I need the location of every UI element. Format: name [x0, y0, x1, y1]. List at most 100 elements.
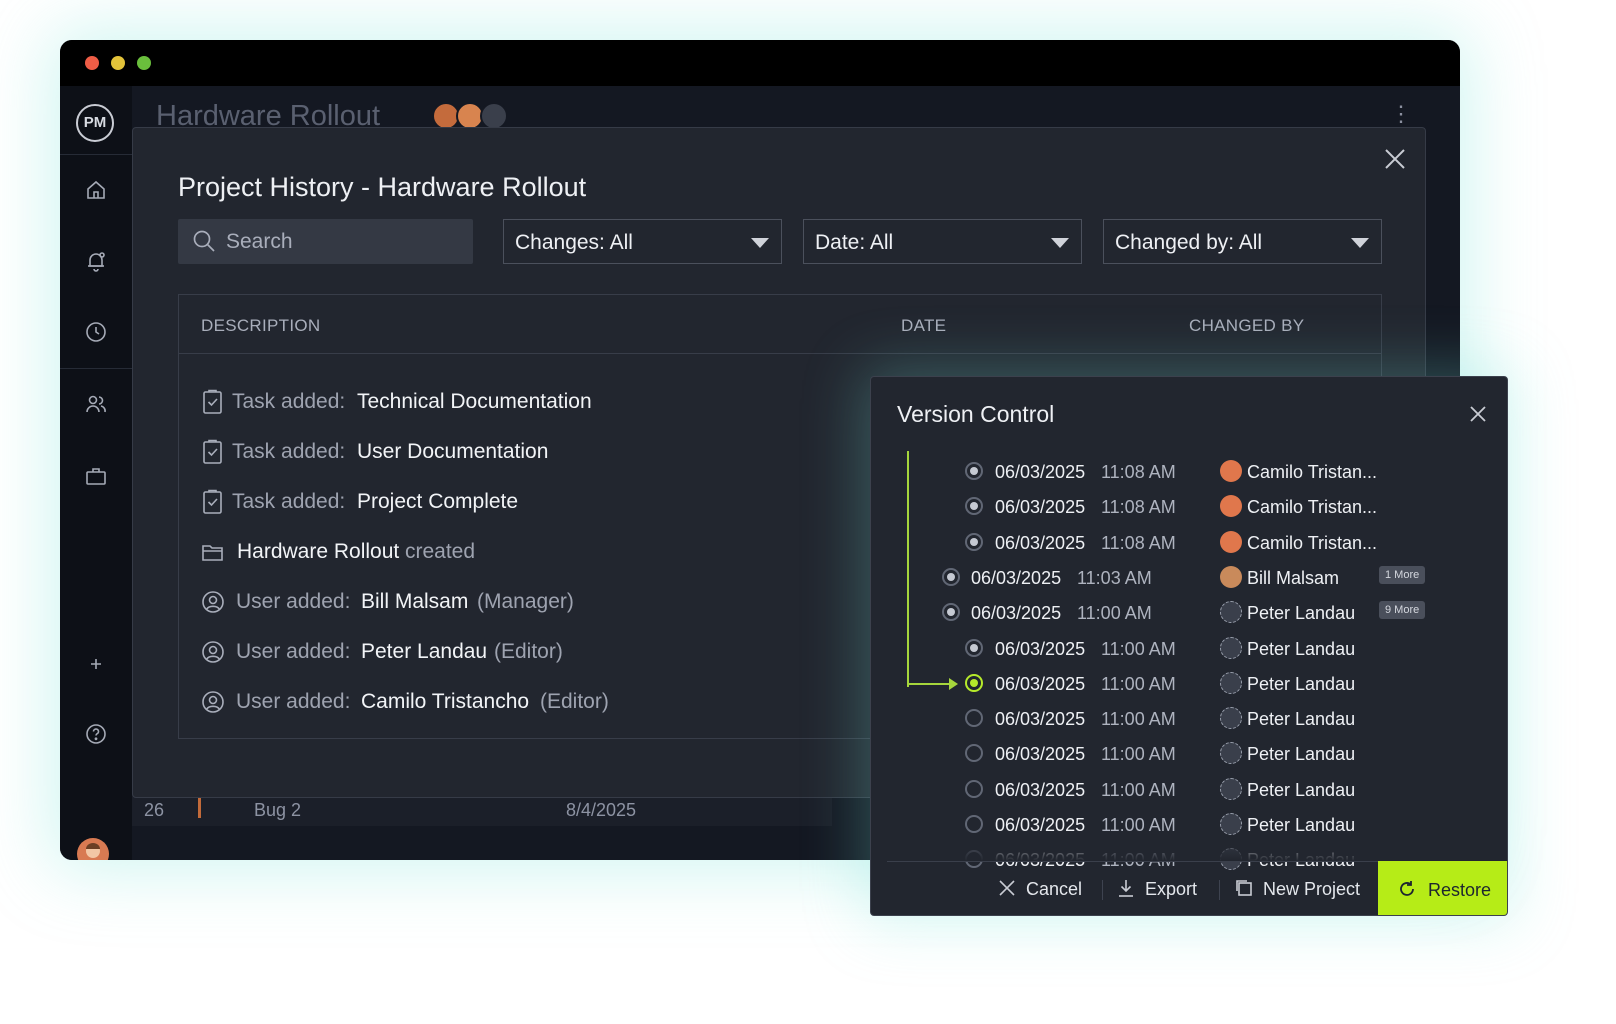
briefcase-icon[interactable] — [84, 464, 108, 488]
panel-title: Version Control — [897, 401, 1055, 427]
version-date: 06/03/2025 — [995, 815, 1086, 835]
folder-icon — [201, 539, 225, 565]
version-user: Camilo Tristan... — [1247, 497, 1378, 518]
avatar — [1220, 742, 1242, 765]
column-header-changed-by[interactable]: CHANGED BY — [1189, 316, 1304, 336]
maximize-window-button[interactable] — [137, 56, 151, 70]
new-project-label: New Project — [1263, 879, 1361, 899]
history-row-suffix: created — [405, 540, 476, 563]
version-row[interactable]: 06/03/2025 11:00 AM Peter Landau — [871, 739, 1507, 769]
version-time: 11:00 AM — [1077, 603, 1152, 624]
version-date: 06/03/2025 — [995, 779, 1086, 800]
minimize-window-button[interactable] — [111, 56, 125, 70]
version-radio[interactable] — [965, 497, 983, 516]
history-row-prefix: User added: — [236, 640, 351, 663]
column-header-description[interactable]: DESCRIPTION — [201, 316, 320, 336]
version-radio[interactable] — [942, 603, 960, 622]
download-icon — [1119, 880, 1133, 897]
chevron-down-icon — [751, 238, 769, 248]
version-radio[interactable] — [965, 744, 983, 763]
user-avatar[interactable] — [77, 838, 109, 860]
close-window-button[interactable] — [85, 56, 99, 70]
version-date: 06/03/2025 — [971, 567, 1062, 588]
version-radio[interactable] — [942, 567, 960, 586]
version-radio[interactable] — [965, 638, 983, 657]
version-row[interactable]: 06/03/2025 11:00 AM Peter Landau — [871, 704, 1507, 734]
list-fade — [871, 839, 1507, 861]
search-input[interactable] — [226, 219, 466, 264]
version-radio[interactable] — [965, 673, 983, 692]
task-icon — [201, 489, 225, 515]
version-radio[interactable] — [965, 532, 983, 551]
modal-title: Project History - Hardware Rollout — [178, 172, 587, 202]
column-header-date[interactable]: DATE — [901, 316, 946, 336]
avatar — [1220, 495, 1242, 518]
avatar — [480, 102, 508, 130]
restore-button[interactable]: Restore — [1378, 861, 1507, 915]
history-row-name: Hardware Rollout — [237, 540, 400, 563]
changed-by-filter-label: Changed by: All — [1115, 231, 1263, 254]
history-row-name: Technical Documentation — [357, 390, 592, 413]
task-icon — [201, 389, 225, 415]
history-row-name: User Documentation — [357, 440, 549, 463]
home-icon[interactable] — [84, 178, 108, 202]
bell-icon[interactable] — [84, 249, 108, 273]
date-filter-dropdown[interactable]: Date: All — [803, 219, 1082, 264]
close-icon[interactable] — [1469, 405, 1487, 423]
avatar — [1220, 530, 1242, 553]
version-row[interactable]: 06/03/2025 11:00 AM Peter Landau — [871, 810, 1507, 840]
version-time: 11:08 AM — [1101, 497, 1176, 518]
version-radio[interactable] — [965, 462, 983, 480]
close-icon[interactable] — [1384, 148, 1406, 170]
version-row[interactable]: 06/03/2025 11:00 AM Peter Landau — [871, 634, 1507, 664]
history-row-role: (Editor) — [540, 690, 609, 713]
history-row-prefix: Task added: — [232, 490, 346, 513]
version-time: 11:00 AM — [1101, 638, 1176, 659]
clock-icon[interactable] — [84, 320, 108, 344]
version-date: 06/03/2025 — [995, 462, 1086, 482]
version-row[interactable]: 06/03/2025 11:08 AM Camilo Tristan... — [871, 457, 1507, 487]
title-bar — [60, 40, 1460, 86]
help-icon[interactable] — [84, 722, 108, 746]
more-badge[interactable]: 1 More — [1379, 565, 1426, 584]
version-row[interactable]: 06/03/2025 11:00 AM Peter Landau — [871, 669, 1507, 699]
history-row-prefix: User added: — [236, 590, 351, 613]
version-date: 06/03/2025 — [995, 673, 1086, 694]
version-date: 06/03/2025 — [995, 744, 1086, 765]
version-radio[interactable] — [965, 779, 983, 798]
changes-filter-label: Changes: All — [515, 231, 633, 254]
version-row[interactable]: 06/03/2025 11:08 AM Camilo Tristan... — [871, 528, 1507, 558]
version-time: 11:00 AM — [1101, 815, 1176, 835]
sidebar-divider — [60, 368, 132, 369]
avatar — [1220, 777, 1242, 800]
version-radio[interactable] — [965, 815, 983, 833]
close-icon — [999, 880, 1015, 896]
search-field[interactable] — [178, 219, 473, 264]
changes-filter-dropdown[interactable]: Changes: All — [503, 219, 782, 264]
version-row[interactable]: 06/03/2025 11:00 AM Peter Landau 9 More — [871, 598, 1507, 628]
version-row[interactable]: 06/03/2025 11:08 AM Camilo Tristan... — [871, 492, 1507, 522]
version-date: 06/03/2025 — [995, 709, 1086, 730]
version-date: 06/03/2025 — [995, 532, 1086, 553]
more-badge[interactable]: 9 More — [1379, 601, 1426, 620]
version-date: 06/03/2025 — [995, 638, 1086, 659]
avatar — [1220, 601, 1242, 624]
version-user: Peter Landau — [1247, 779, 1356, 800]
history-row-prefix: Task added: — [232, 390, 346, 413]
changed-by-filter-dropdown[interactable]: Changed by: All — [1103, 219, 1382, 264]
avatar — [1220, 813, 1242, 835]
sidebar-divider — [60, 154, 132, 155]
more-options-icon[interactable]: ⋮ — [1390, 103, 1412, 125]
task-icon — [201, 439, 225, 465]
version-row[interactable]: 06/03/2025 11:00 AM Peter Landau — [871, 775, 1507, 805]
history-row-name: Camilo Tristancho — [361, 690, 530, 713]
history-row-name: Peter Landau — [361, 640, 488, 663]
version-time: 11:00 AM — [1101, 709, 1176, 730]
search-icon — [193, 230, 215, 252]
version-user: Peter Landau — [1247, 673, 1356, 694]
version-radio[interactable] — [965, 709, 983, 728]
plus-icon[interactable] — [84, 652, 108, 676]
pm-logo[interactable]: PM — [76, 104, 114, 142]
version-row[interactable]: 06/03/2025 11:03 AM Bill Malsam 1 More — [871, 563, 1507, 593]
users-icon[interactable] — [84, 392, 108, 416]
